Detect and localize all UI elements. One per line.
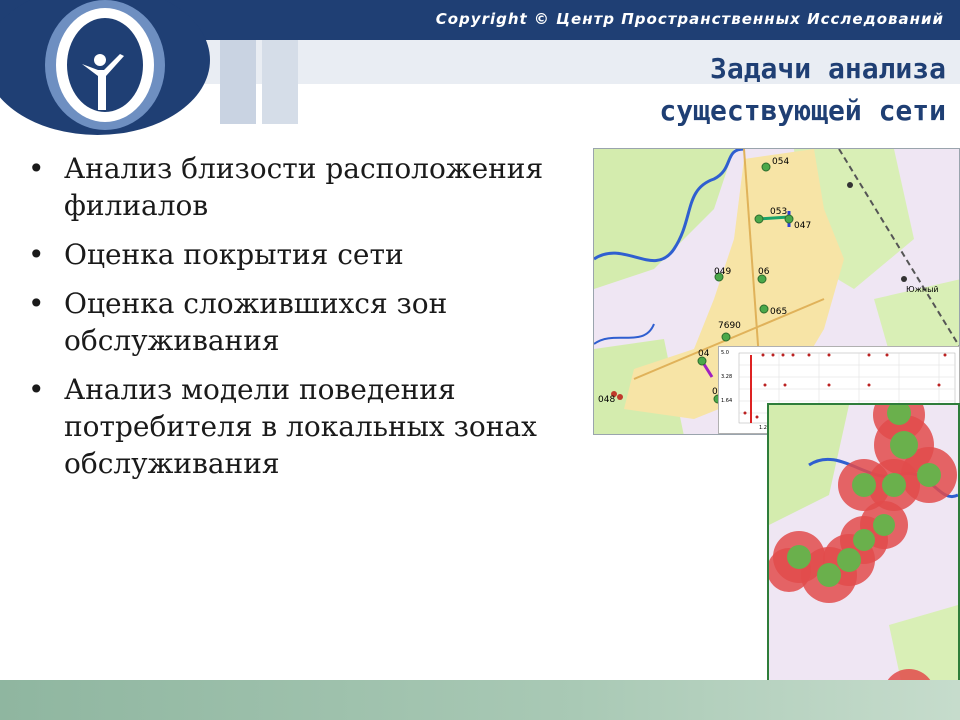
- footer-band: [0, 680, 960, 720]
- map-label: 065: [770, 307, 788, 317]
- title-line-2: существующей сети: [659, 94, 946, 127]
- coverage-zones-map: [767, 403, 960, 720]
- map-label: 06: [758, 267, 770, 277]
- slide-title: Задачи анализа существующей сети: [426, 48, 946, 132]
- map-label: Южный: [906, 285, 939, 294]
- bullet-item: Оценка сложившихся зон обслуживания: [24, 285, 584, 359]
- y-tick: 1.64: [721, 398, 733, 404]
- copyright-text: Copyright © Центр Пространственных Иссле…: [435, 10, 944, 28]
- map-label: 048: [598, 395, 616, 405]
- bullet-item: Оценка покрытия сети: [24, 236, 584, 273]
- bullet-list: Анализ близости расположения филиалов Оц…: [24, 150, 584, 494]
- map-label: 7690: [718, 321, 741, 331]
- bullet-item: Анализ модели поведения потребителя в ло…: [24, 371, 584, 482]
- map-label: 049: [714, 267, 732, 277]
- map-label: 054: [772, 157, 790, 167]
- map-label: 053: [770, 207, 788, 217]
- map-label: 04: [698, 349, 710, 359]
- y-tick: 5.0: [721, 350, 729, 356]
- bullet-item: Анализ близости расположения филиалов: [24, 150, 584, 224]
- person-logo-icon: [82, 54, 124, 110]
- y-tick: 3.28: [721, 374, 733, 380]
- title-line-1: Задачи анализа: [709, 52, 946, 85]
- map-label: 047: [794, 221, 812, 231]
